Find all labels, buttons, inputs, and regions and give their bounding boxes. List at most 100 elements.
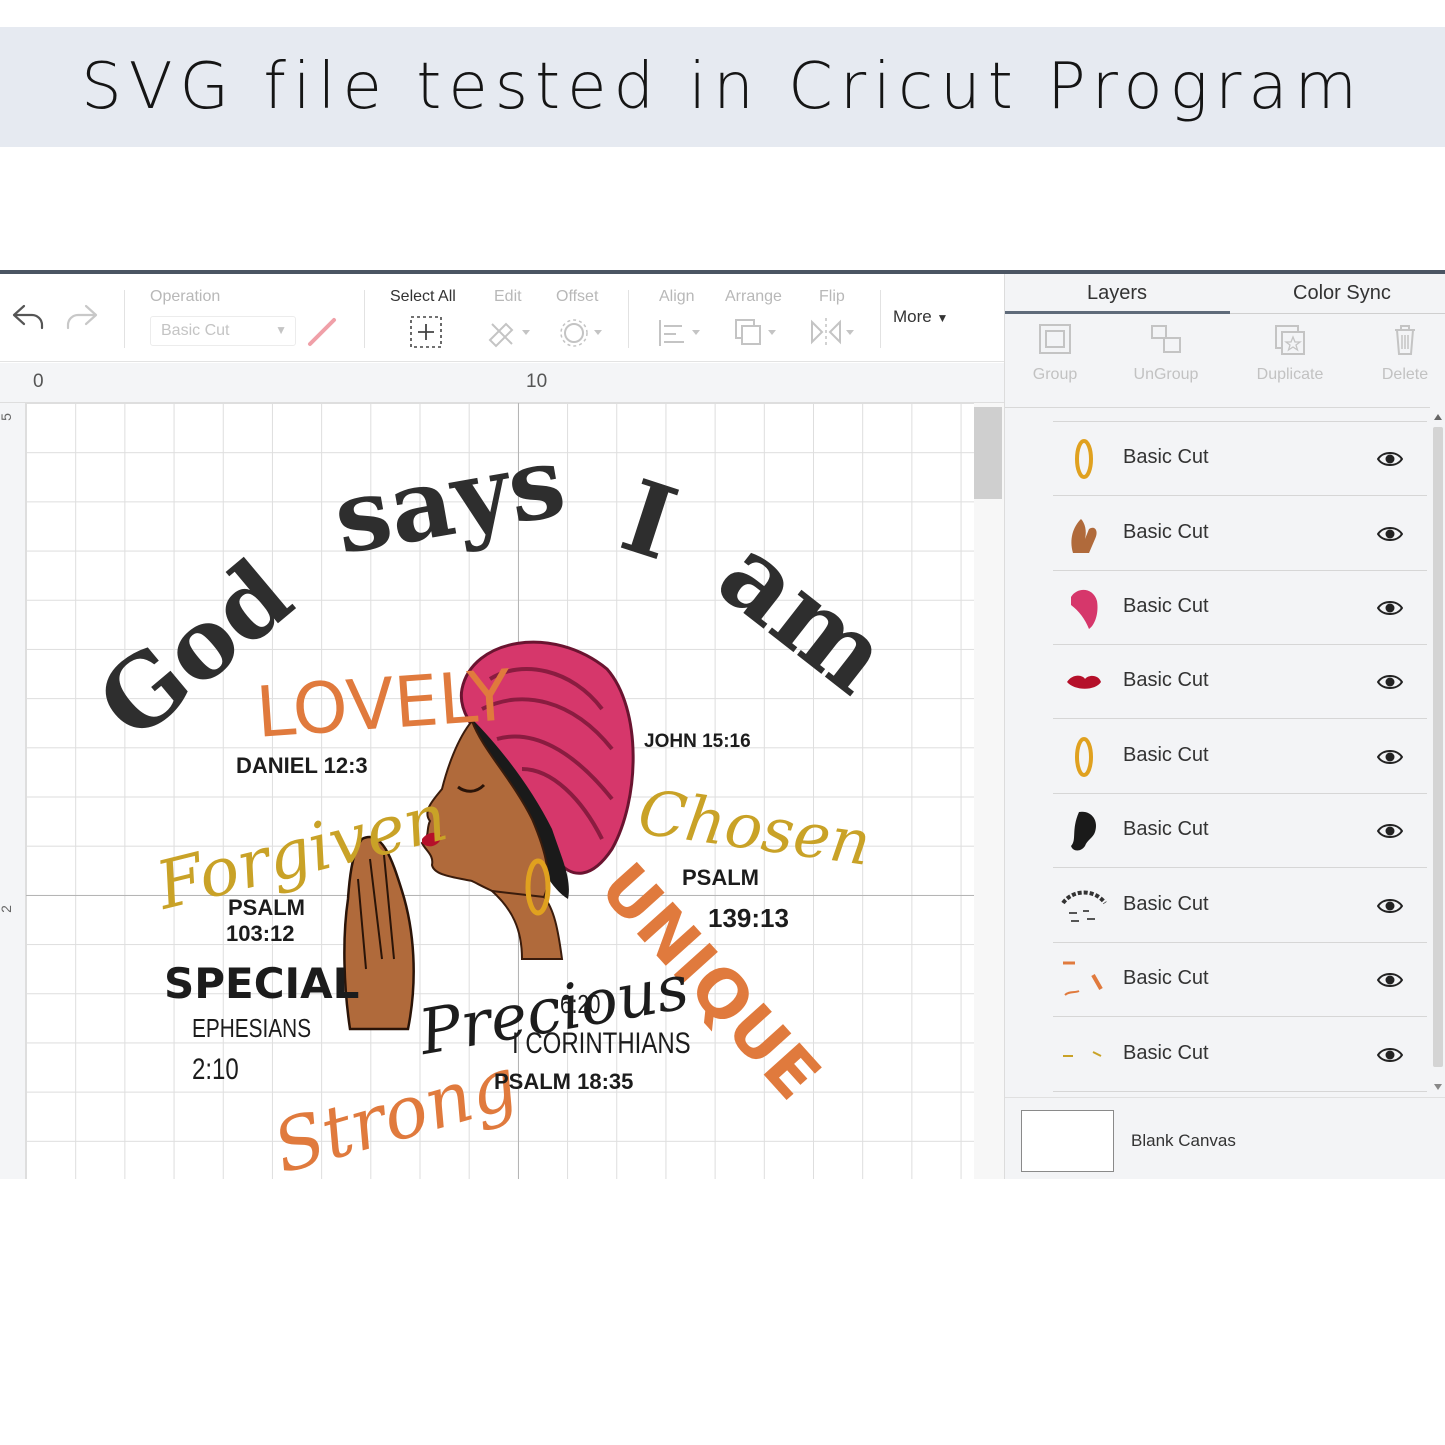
layer-row[interactable]: Basic Cut [1053,1018,1427,1092]
tab-color-sync[interactable]: Color Sync [1293,282,1391,305]
visibility-eye-icon[interactable] [1376,673,1404,696]
layers-panel: Layers Color Sync Group UnGroup Duplicat… [1004,274,1445,1179]
ungroup-icon [1151,325,1181,353]
visibility-eye-icon[interactable] [1376,599,1404,622]
cricut-design-space-window: Operation Basic Cut ▼ Select All Edit Of… [0,270,1445,1179]
praying-hands-thumbnail-icon [1071,519,1097,553]
ref-psalm-label: PSALM [682,865,759,890]
vertical-ruler: 5 2 [0,403,26,1179]
visibility-eye-icon[interactable] [1376,1046,1404,1069]
edit-icon[interactable] [486,316,534,353]
layers-scrollbar[interactable] [1430,407,1445,1097]
select-all-icon[interactable] [408,314,444,355]
gold-earring-thumbnail-icon [1075,737,1093,777]
layer-row[interactable]: Basic Cut [1053,943,1427,1017]
banner: SVG file tested in Cricut Program [0,27,1445,147]
ref-psalm-label: PSALM [228,895,305,920]
active-tab-indicator [1005,311,1230,314]
visibility-eye-icon[interactable] [1376,748,1404,771]
banner-title: SVG file tested in Cricut Program [81,50,1364,124]
toolbar: Operation Basic Cut ▼ Select All Edit Of… [0,274,1004,362]
canvas-vertical-scrollbar[interactable] [974,403,1004,1179]
visibility-eye-icon[interactable] [1376,897,1404,920]
operation-value: Basic Cut [161,322,230,339]
offset-icon[interactable] [560,316,608,353]
operation-select[interactable]: Basic Cut ▼ [150,316,296,346]
arrange-icon[interactable] [732,316,780,353]
visibility-eye-icon[interactable] [1376,822,1404,845]
panel-tabs: Layers Color Sync [1005,274,1445,314]
design-canvas[interactable]: God says I am LOVELY UNIQUE Strong Forgi… [26,403,974,1179]
ref-psalm-number: 103:12 [226,921,295,946]
more-button[interactable]: More ▼ [893,307,948,327]
flip-icon[interactable] [808,316,858,353]
layer-row[interactable] [1053,408,1427,422]
orange-text-thumbnail-icon [1063,961,1103,996]
blank-canvas-label: Blank Canvas [1131,1131,1236,1150]
ruler-mark-0: 0 [33,371,44,392]
layer-list[interactable]: Basic Cut Basic Cut Basic Cut Basic Cut [1005,407,1430,1097]
toolbar-divider [628,290,629,348]
layer-row[interactable]: Basic Cut [1053,497,1427,571]
offset-label: Offset [556,288,599,305]
ruler-left-mark: 2 [0,905,14,913]
more-label: More [893,307,932,326]
layer-name: Basic Cut [1123,521,1209,543]
ref-psalm-18: PSALM 18:35 [494,1069,634,1094]
layer-name: Basic Cut [1123,818,1209,840]
ungroup-label: UnGroup [1133,366,1199,383]
flip-label: Flip [819,288,845,305]
ruler-mark-10: 10 [526,371,548,392]
ref-ephesians-number: 2:10 [192,1053,239,1086]
ref-daniel: DANIEL 12:3 [236,753,368,778]
hair-thumbnail-icon [1071,811,1097,851]
duplicate-button[interactable]: Duplicate [1235,322,1345,384]
gold-earring-thumbnail-icon [1075,439,1093,479]
delete-button[interactable]: Delete [1350,322,1445,384]
blank-canvas-row[interactable]: Blank Canvas [1005,1097,1445,1179]
layer-name: Basic Cut [1123,967,1209,989]
group-button[interactable]: Group [1000,322,1110,384]
undo-icon[interactable] [10,300,46,339]
scrollbar-thumb[interactable] [1433,427,1443,1067]
delete-label: Delete [1381,366,1429,383]
ruler-left-mark: 5 [0,413,14,421]
pen-color-swatch-icon[interactable] [306,316,340,353]
scroll-down-arrow-icon[interactable] [1433,1083,1443,1091]
align-icon[interactable] [656,316,704,353]
select-all-label: Select All [390,288,456,305]
ungroup-button[interactable]: UnGroup [1111,322,1221,384]
blank-canvas-swatch[interactable] [1021,1110,1114,1172]
toolbar-divider [364,290,365,348]
design-word-am: am [696,511,913,718]
layer-name: Basic Cut [1123,744,1209,766]
layer-name: Basic Cut [1123,595,1209,617]
design-word-special: SPECIAL [164,959,360,1008]
edit-label: Edit [494,288,522,305]
layer-row[interactable]: Basic Cut [1053,571,1427,645]
visibility-eye-icon[interactable] [1376,525,1404,548]
redo-icon[interactable] [64,300,100,339]
layer-name: Basic Cut [1123,893,1209,915]
tab-layers[interactable]: Layers [1087,282,1147,305]
visibility-eye-icon[interactable] [1376,971,1404,994]
gold-text-thumbnail-icon [1063,1051,1102,1057]
design-word-strong: Strong [264,1040,527,1179]
headwrap-thumbnail-icon [1071,589,1098,629]
layer-row[interactable]: Basic Cut [1053,869,1427,943]
scrollbar-thumb[interactable] [974,407,1002,499]
duplicate-icon [1275,325,1305,355]
visibility-eye-icon[interactable] [1376,450,1404,473]
layer-row[interactable]: Basic Cut [1053,794,1427,868]
caret-down-icon: ▼ [936,311,949,325]
layer-row[interactable]: Basic Cut [1053,720,1427,794]
layer-row[interactable]: Basic Cut [1053,422,1427,496]
trash-icon [1395,325,1415,355]
layer-name: Basic Cut [1123,446,1209,468]
tab-divider [1230,313,1445,314]
layer-row[interactable]: Basic Cut [1053,645,1427,719]
group-label: Group [1032,366,1078,383]
scroll-up-arrow-icon[interactable] [1433,413,1443,421]
design-word-i: I [608,456,690,584]
text-group-thumbnail-icon [1061,890,1107,922]
